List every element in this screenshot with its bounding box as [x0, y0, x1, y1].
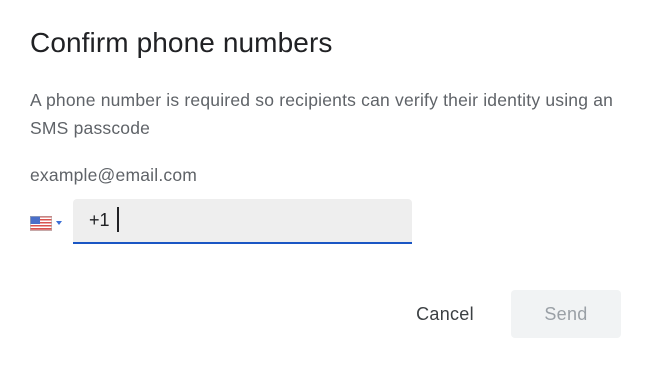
text-cursor — [117, 207, 119, 232]
dialog-description: A phone number is required so recipients… — [30, 90, 614, 138]
confirm-phone-dialog: Confirm phone numbers A phone number is … — [0, 0, 650, 368]
recipient-email: example@email.com — [30, 165, 198, 185]
dialog-title: Confirm phone numbers — [30, 27, 333, 58]
us-flag-icon — [30, 215, 52, 231]
phone-number-input[interactable] — [73, 199, 412, 242]
chevron-down-icon — [56, 221, 62, 225]
country-code-dropdown[interactable] — [30, 210, 70, 236]
phone-number-field[interactable] — [73, 199, 412, 244]
send-button[interactable]: Send — [511, 290, 621, 338]
cancel-button[interactable]: Cancel — [400, 290, 490, 338]
